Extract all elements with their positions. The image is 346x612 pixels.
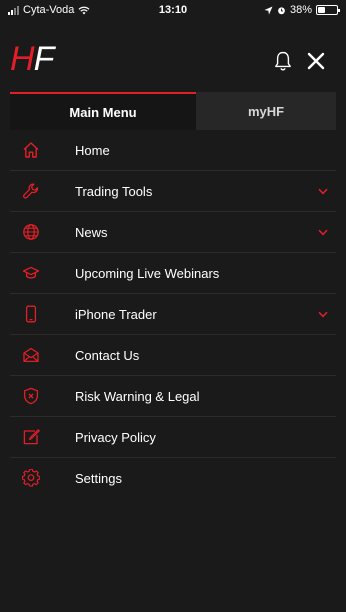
globe-icon — [23, 224, 39, 240]
app-header: HF — [0, 22, 346, 84]
gear-icon — [22, 469, 40, 487]
envelope-icon — [23, 347, 39, 363]
tab-main-menu-label: Main Menu — [69, 104, 137, 120]
tab-myhf-label: myHF — [247, 103, 285, 119]
menu-item-risk-warning[interactable]: Risk Warning & Legal — [10, 376, 336, 417]
menu-tabs: Main Menu myHF — [0, 92, 346, 130]
close-icon[interactable] — [305, 50, 327, 72]
menu-item-contact-us[interactable]: Contact Us — [10, 335, 336, 376]
phone-icon — [25, 305, 37, 323]
logo-letter-f: F — [33, 40, 55, 78]
battery-fill — [318, 7, 325, 13]
graduation-cap-icon — [22, 266, 40, 279]
battery-percent: 38% — [289, 4, 312, 16]
menu-item-label: Upcoming Live Webinars — [75, 265, 220, 281]
menu-item-home[interactable]: Home — [10, 130, 336, 171]
chevron-down-icon[interactable] — [318, 311, 328, 318]
status-bar: Cyta-Voda 13:10 38% — [0, 0, 346, 22]
logo-letter-h: H — [10, 40, 35, 78]
menu-item-privacy-policy[interactable]: Privacy Policy — [10, 417, 336, 458]
menu-item-label: Contact Us — [75, 347, 140, 363]
menu-item-webinars[interactable]: Upcoming Live Webinars — [10, 253, 336, 294]
menu-item-label: Home — [75, 142, 110, 158]
bell-icon[interactable] — [273, 50, 293, 72]
menu-item-label: iPhone Trader — [75, 306, 157, 322]
menu-item-settings[interactable]: Settings — [10, 458, 336, 499]
tab-myhf[interactable]: myHF — [196, 92, 336, 130]
wrench-icon — [23, 183, 39, 199]
hf-logo[interactable]: HF — [10, 40, 55, 78]
chevron-down-icon[interactable] — [318, 188, 328, 195]
main-menu-list: Home Trading Tools News Upcoming Live We… — [10, 130, 336, 499]
menu-item-label: Risk Warning & Legal — [75, 388, 200, 404]
tab-main-menu[interactable]: Main Menu — [10, 92, 196, 130]
status-right: 38% — [264, 4, 340, 16]
menu-item-label: Privacy Policy — [75, 429, 156, 445]
menu-item-trading-tools[interactable]: Trading Tools — [10, 171, 336, 212]
menu-item-label: News — [75, 224, 108, 240]
alarm-icon — [278, 6, 285, 14]
shield-icon — [23, 387, 39, 405]
home-icon — [23, 142, 39, 158]
edit-icon — [23, 429, 40, 445]
menu-item-news[interactable]: News — [10, 212, 336, 253]
battery-icon — [316, 5, 340, 15]
menu-item-label: Settings — [75, 471, 122, 486]
location-arrow-icon — [264, 6, 273, 14]
menu-item-iphone-trader[interactable]: iPhone Trader — [10, 294, 336, 335]
chevron-down-icon[interactable] — [318, 229, 328, 236]
menu-item-label: Trading Tools — [75, 183, 153, 199]
